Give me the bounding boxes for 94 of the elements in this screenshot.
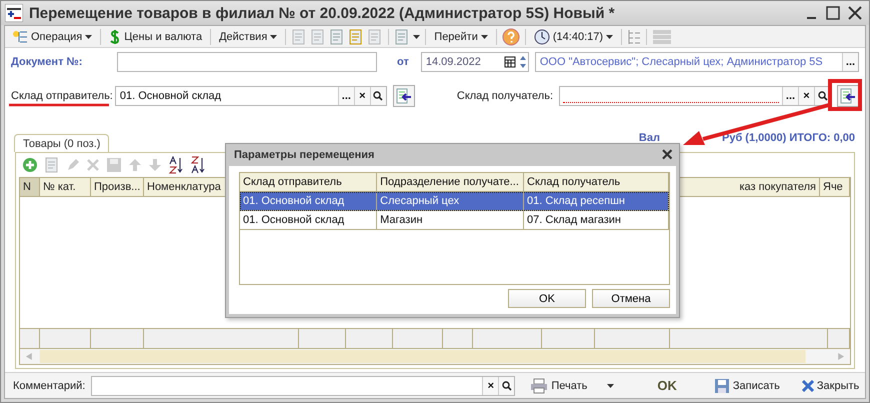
comment-field[interactable]: × [91, 376, 516, 396]
column-header: Яче [823, 181, 843, 193]
choose-button[interactable]: ... [338, 87, 354, 105]
down-arrow-icon[interactable] [148, 158, 162, 172]
structure-icon[interactable] [627, 28, 642, 44]
caret-icon [413, 34, 420, 38]
caret-icon [270, 34, 278, 38]
search-icon [373, 91, 384, 101]
cancel-button[interactable]: Отмена [592, 289, 670, 308]
tree-icon [12, 30, 28, 44]
sender-label: Склад отправитель: [11, 90, 113, 102]
add-icon[interactable] [22, 157, 38, 173]
column-header: каз покупателя [739, 181, 816, 193]
organization-field[interactable]: ООО "Автосервис"; Слесарный цех; Администратор 5S ... [534, 52, 859, 72]
column-header: Произв... [94, 181, 140, 193]
document-icon[interactable] [329, 28, 346, 44]
list-arrow-icon [396, 88, 412, 104]
search-button[interactable] [498, 376, 514, 394]
dialog-row[interactable]: 01. Основной склад Магазин 07. Склад магазин [240, 211, 669, 230]
caret-icon [480, 34, 488, 38]
clear-button[interactable]: × [798, 87, 814, 105]
maximize-icon[interactable] [825, 5, 841, 21]
table-cell: Магазин [380, 214, 423, 226]
goto-menu[interactable]: Перейти [431, 26, 491, 46]
prices-button[interactable]: Цены и валюта [106, 26, 206, 46]
clock-icon [534, 28, 550, 44]
choose-button[interactable]: ... [782, 87, 798, 105]
help-icon[interactable] [502, 28, 520, 46]
pencil-icon[interactable] [66, 158, 80, 172]
time-menu[interactable]: (14:40:17) [530, 26, 616, 46]
floppy-icon [714, 378, 730, 394]
search-icon [502, 380, 512, 390]
choose-button[interactable]: ... [842, 53, 858, 71]
close-icon[interactable] [847, 5, 863, 21]
highlight-frame [828, 79, 862, 111]
tab[interactable]: Товары (0 поз.) [14, 134, 110, 152]
dialog-close-button[interactable]: × [661, 145, 673, 165]
table-cell: Слесарный цех [380, 195, 460, 207]
currency-label: Вал [638, 132, 660, 144]
date-label: от [397, 56, 409, 68]
dialog-row[interactable]: 01. Основной склад Слесарный цех 01. Склад ресепшн [240, 192, 669, 211]
receiver-label: Склад получатель: [456, 90, 553, 102]
horizontal-scrollbar[interactable] [20, 349, 850, 364]
comment-label: Комментарий: [13, 380, 86, 392]
select-button[interactable] [392, 85, 415, 107]
document-icon[interactable] [348, 28, 364, 44]
sender-field[interactable]: 01. Основной склад ... × [114, 86, 387, 106]
app-icon [5, 4, 23, 22]
table-cell: 01. Основной склад [243, 214, 344, 226]
date-field[interactable]: 14.09.2022 [420, 52, 529, 72]
window-title: Перемещение товаров в филиал № от 20.09.2022 (Администратор 5S) Новый * [29, 4, 616, 22]
sort-descending-icon[interactable] [190, 156, 206, 174]
table-cell: 01. Основной склад [243, 195, 344, 207]
clear-button[interactable]: × [482, 376, 498, 394]
table-cell: 01. Склад ресепшн [527, 195, 625, 207]
caret-icon [85, 34, 92, 38]
document-number-field[interactable] [117, 52, 377, 72]
document-icon[interactable] [291, 28, 308, 44]
caret-icon [606, 34, 614, 38]
delete-icon[interactable] [86, 158, 100, 172]
receiver-field[interactable]: ... × [559, 86, 831, 106]
up-arrow-icon[interactable] [128, 158, 142, 172]
save-icon[interactable] [106, 157, 122, 173]
sort-ascending-icon[interactable] [168, 156, 184, 174]
table-cell: 07. Склад магазин [527, 214, 621, 226]
ok-button[interactable]: OK [639, 376, 695, 396]
document-icon[interactable] [394, 28, 410, 44]
list-icon[interactable] [652, 28, 672, 44]
dollar-icon [109, 28, 122, 44]
column-header: № кат. [43, 181, 76, 193]
select-button[interactable] [837, 85, 859, 107]
copy-icon[interactable] [44, 157, 60, 173]
print-button[interactable]: Печать [527, 376, 618, 396]
operation-menu[interactable]: Операция [9, 26, 96, 46]
column-header: Склад получатель [527, 176, 620, 188]
document-number-label: Документ №: [11, 56, 84, 68]
list-arrow-icon [840, 88, 856, 104]
printer-icon [530, 378, 548, 394]
column-header: N [23, 181, 31, 193]
column-header: Номенклатура [147, 181, 221, 193]
document-icon[interactable] [367, 28, 384, 44]
search-icon [818, 91, 828, 101]
caret-icon [607, 384, 614, 388]
ok-button[interactable]: OK [508, 289, 586, 308]
search-button[interactable] [370, 87, 386, 105]
dialog-title: Параметры перемещения [234, 149, 374, 161]
clear-button[interactable]: × [354, 87, 370, 105]
save-button[interactable]: Записать [710, 376, 783, 396]
close-button[interactable]: Закрыть [798, 376, 862, 396]
actions-menu[interactable]: Действия [216, 26, 280, 46]
column-header: Подразделение получате... [380, 176, 519, 188]
column-header: Склад отправитель [243, 176, 342, 188]
close-icon [802, 380, 814, 392]
document-icon[interactable] [310, 28, 326, 44]
